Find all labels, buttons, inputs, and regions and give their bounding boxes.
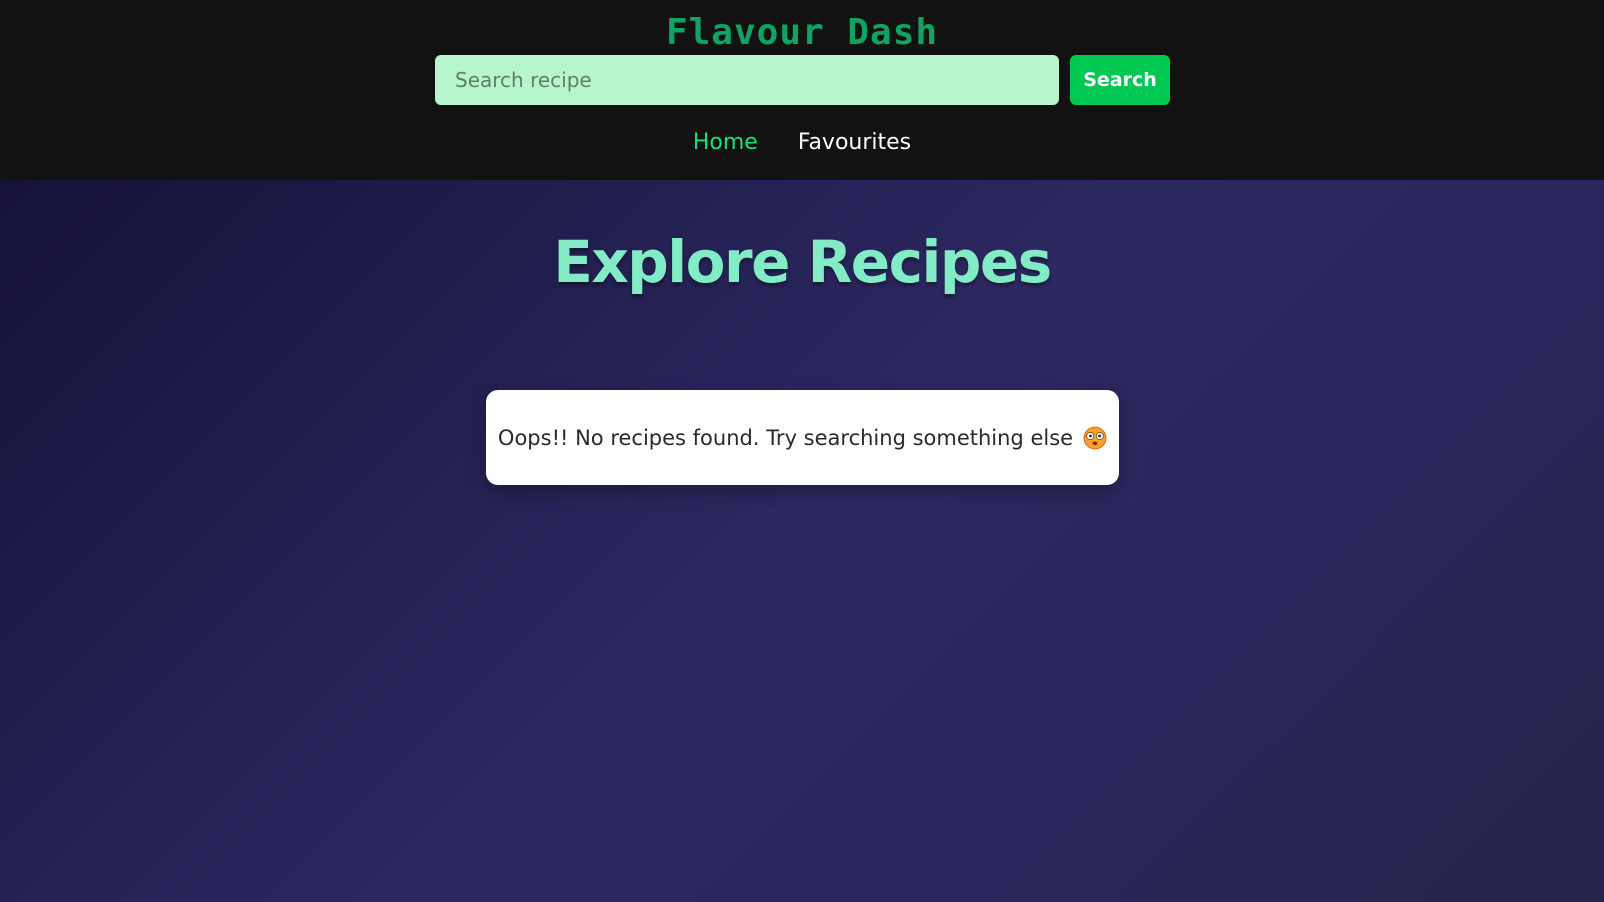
brand-title: Flavour Dash bbox=[665, 12, 939, 53]
page-title: Explore Recipes bbox=[553, 228, 1052, 296]
main-content: Explore Recipes Oops!! No recipes found.… bbox=[0, 180, 1604, 902]
nav-home-link[interactable]: Home bbox=[693, 125, 758, 161]
main-nav: Home Favourites bbox=[0, 125, 1604, 161]
top-header: Flavour Dash Search Home Favourites bbox=[0, 0, 1604, 180]
nav-favourites-link[interactable]: Favourites bbox=[798, 125, 911, 161]
search-button[interactable]: Search bbox=[1070, 55, 1170, 105]
empty-state-card: Oops!! No recipes found. Try searching s… bbox=[486, 390, 1119, 485]
flushed-face-icon bbox=[1083, 426, 1107, 450]
search-input[interactable] bbox=[435, 55, 1059, 105]
empty-state-message: Oops!! No recipes found. Try searching s… bbox=[497, 425, 1074, 450]
app-page: Flavour Dash Search Home Favourites Expl… bbox=[0, 0, 1604, 902]
